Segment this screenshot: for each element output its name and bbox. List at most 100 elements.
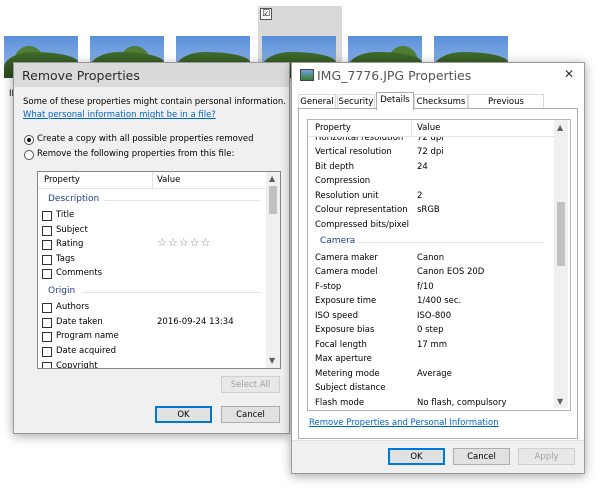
property-label: Resolution unit — [315, 191, 379, 201]
list-scrollbar[interactable]: ▲ ▼ — [554, 120, 568, 408]
checkbox-title[interactable] — [42, 211, 52, 221]
list-scrollbar[interactable]: ▲ ▼ — [266, 172, 280, 368]
property-value: Average — [417, 369, 452, 379]
property-label: Title — [56, 210, 75, 220]
property-value: No flash, compulsory — [417, 398, 507, 408]
intro-text: Some of these properties might contain p… — [23, 97, 286, 107]
column-header-value[interactable]: Value — [417, 123, 440, 133]
property-label: Bit depth — [315, 162, 354, 172]
apply-button[interactable]: Apply — [518, 448, 575, 465]
create-copy-radio[interactable] — [24, 135, 34, 145]
property-label: Tags — [56, 254, 75, 264]
property-value: 0 step — [417, 325, 444, 335]
remove-following-radio[interactable] — [24, 150, 34, 160]
property-label: Exposure time — [315, 296, 377, 306]
dialog-titlebar: IMG_7776.JPG Properties ✕ — [292, 63, 584, 87]
checkbox-copyright[interactable] — [42, 362, 52, 368]
cancel-button[interactable]: Cancel — [221, 406, 280, 423]
list-header: Property Value — [308, 120, 554, 137]
property-label: Camera model — [315, 267, 378, 277]
tab-checksums[interactable]: Checksums — [414, 94, 468, 109]
scrollbar-thumb[interactable] — [557, 202, 565, 266]
property-value: 17 mm — [417, 340, 448, 350]
scroll-up-icon[interactable]: ▲ — [557, 124, 563, 132]
property-label: Flash mode — [315, 398, 365, 408]
details-property-list[interactable]: Property Value Horizontal resolution 72 … — [307, 119, 571, 411]
property-label: Copyright — [56, 361, 98, 369]
group-header-description: Description — [48, 194, 100, 204]
property-label: Colour representation — [315, 205, 408, 215]
property-label: Authors — [56, 302, 90, 312]
property-label: Subject — [56, 225, 88, 235]
checkbox-date-taken[interactable] — [42, 318, 52, 328]
list-header: Property Value — [38, 172, 266, 189]
checkbox-comments[interactable] — [42, 269, 52, 279]
property-label: ISO speed — [315, 311, 358, 321]
details-panel: Property Value Horizontal resolution 72 … — [298, 108, 578, 439]
property-label: Camera maker — [315, 253, 378, 263]
property-value: 2016-09-24 13:34 — [157, 317, 234, 327]
property-value: 24 — [417, 162, 428, 172]
ok-button[interactable]: OK — [155, 406, 212, 423]
tab-details[interactable]: Details — [376, 92, 414, 110]
scroll-down-icon[interactable]: ▼ — [269, 357, 275, 365]
property-value: 2 — [417, 191, 423, 201]
tab-previous-versions[interactable]: Previous Versions — [468, 94, 544, 121]
column-header-property[interactable]: Property — [315, 123, 351, 133]
property-label: Exposure bias — [315, 325, 375, 335]
property-label: Program name — [56, 331, 119, 341]
remove-properties-link[interactable]: Remove Properties and Personal Informati… — [309, 418, 499, 428]
column-header-property[interactable]: Property — [44, 175, 80, 185]
dialog-titlebar: Remove Properties — [14, 63, 289, 87]
property-value: f/10 — [417, 282, 434, 292]
property-value: sRGB — [417, 205, 440, 215]
property-label: F-stop — [315, 282, 342, 292]
close-icon[interactable]: ✕ — [564, 67, 574, 81]
property-value: Canon EOS 20D — [417, 267, 485, 277]
property-label: Date taken — [56, 317, 103, 327]
checkbox-authors[interactable] — [42, 303, 52, 313]
tab-general[interactable]: General — [298, 94, 336, 109]
property-value: ISO-800 — [417, 311, 452, 321]
property-label: Subject distance — [315, 383, 386, 393]
file-properties-dialog: IMG_7776.JPG Properties ✕ General Securi… — [291, 62, 585, 474]
property-value: 72 dpi — [417, 147, 444, 157]
property-label: Vertical resolution — [315, 147, 392, 157]
checkbox-program-name[interactable] — [42, 332, 52, 342]
property-label: Metering mode — [315, 369, 380, 379]
create-copy-label[interactable]: Create a copy with all possible properti… — [37, 134, 253, 144]
remove-properties-dialog: Remove Properties Some of these properti… — [13, 62, 290, 434]
dialog-footer: OK Cancel Apply — [292, 440, 584, 473]
personal-info-link[interactable]: What personal information might be in a … — [23, 110, 216, 120]
image-file-icon — [300, 69, 314, 81]
group-header-camera: Camera — [320, 236, 356, 246]
checkbox-subject[interactable] — [42, 226, 52, 236]
property-label: Compressed bits/pixel — [315, 220, 410, 230]
tab-security[interactable]: Security — [337, 94, 375, 109]
column-header-value[interactable]: Value — [157, 175, 180, 185]
scroll-up-icon[interactable]: ▲ — [269, 175, 275, 183]
scroll-down-icon[interactable]: ▼ — [557, 398, 563, 406]
select-all-button[interactable]: Select All — [221, 376, 280, 393]
property-value: Canon — [417, 253, 445, 263]
property-label: Date acquired — [56, 346, 116, 356]
selection-checkbox[interactable]: ☑ — [260, 8, 272, 20]
dialog-title: Remove Properties — [22, 68, 140, 83]
rating-stars: ☆☆☆☆☆ — [157, 236, 212, 249]
group-header-origin: Origin — [48, 286, 76, 296]
properties-checklist[interactable]: Property Value Description Title Subject… — [37, 171, 281, 369]
property-value: 1/400 sec. — [417, 296, 462, 306]
ok-button[interactable]: OK — [388, 448, 445, 465]
checkbox-rating[interactable] — [42, 240, 52, 250]
checkbox-tags[interactable] — [42, 255, 52, 265]
property-label: Focal length — [315, 340, 367, 350]
checkbox-date-acquired[interactable] — [42, 347, 52, 357]
property-label: Compression — [315, 176, 371, 186]
property-label: Comments — [56, 268, 103, 278]
property-label: Max aperture — [315, 354, 372, 364]
cancel-button[interactable]: Cancel — [453, 448, 510, 465]
scrollbar-thumb[interactable] — [269, 186, 277, 214]
remove-following-label[interactable]: Remove the following properties from thi… — [37, 149, 234, 159]
dialog-title: IMG_7776.JPG Properties — [317, 68, 472, 83]
property-label: Rating — [56, 239, 84, 249]
